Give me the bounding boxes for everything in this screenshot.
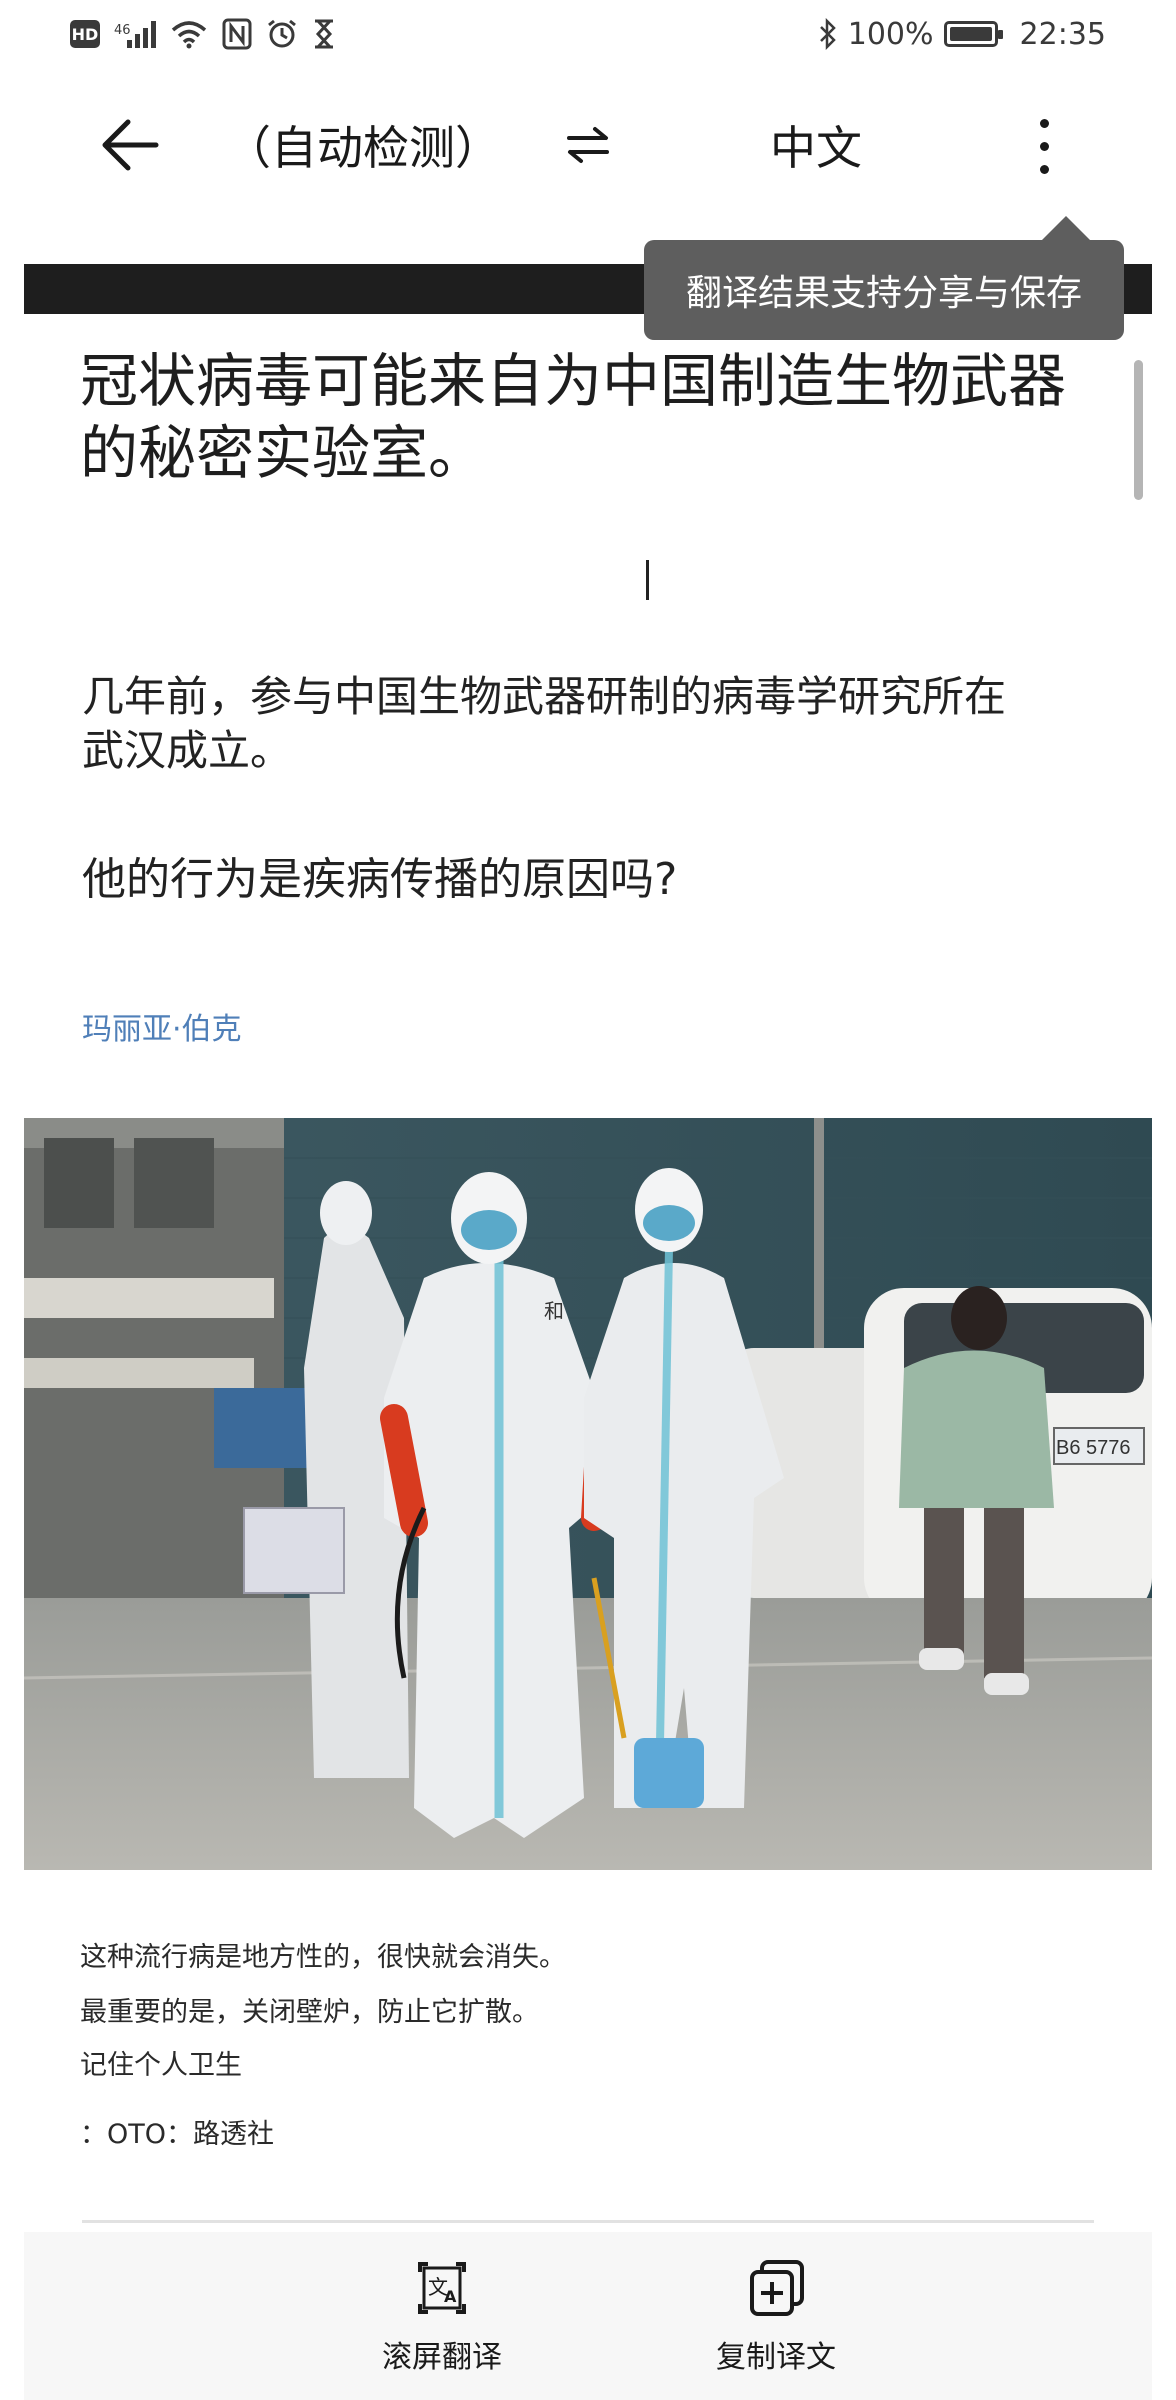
license-plate: B6 5776	[1056, 1437, 1131, 1459]
arrow-left-icon	[102, 119, 159, 171]
caption-line-3: 记住个人卫生	[80, 2050, 242, 2081]
copy-add-icon	[746, 2258, 806, 2318]
news-photo: B6 5776 和	[24, 1118, 1152, 1870]
hourglass-icon	[314, 19, 333, 49]
text-cursor	[646, 560, 649, 600]
status-left-icons: HD 46	[70, 14, 336, 54]
translate-screen-icon: 文 A	[412, 2258, 472, 2318]
alarm-icon	[267, 19, 296, 48]
photo-credit: ：OTO：路透社	[80, 2119, 274, 2150]
scroll-translate-label: 滚屏翻译	[382, 2340, 502, 2375]
status-bar: HD 46 100% 22:35	[0, 0, 1176, 70]
network-label: 46	[114, 23, 131, 38]
scroll-translate-button[interactable]: 文 A 滚屏翻译	[342, 2258, 542, 2388]
swap-arrows-icon	[567, 127, 609, 163]
author-link[interactable]: 玛丽亚·伯克	[82, 1004, 242, 1048]
wifi-icon	[171, 21, 206, 49]
svg-text:A: A	[444, 2287, 457, 2306]
copy-translation-label: 复制译文	[716, 2340, 836, 2375]
bottom-action-bar: 文 A 滚屏翻译 复制译文	[24, 2232, 1152, 2400]
nfc-icon	[222, 18, 252, 50]
target-language-selector[interactable]: 中文	[770, 115, 862, 175]
caption-line-1: 这种流行病是地方性的，很快就会消失。	[80, 1942, 566, 1973]
scrollbar[interactable]	[1134, 360, 1143, 500]
more-vertical-icon	[1039, 118, 1049, 128]
source-language-selector[interactable]: （自动检测）	[225, 115, 501, 175]
battery-icon	[943, 21, 1003, 47]
signal-4g-icon: 46	[114, 20, 156, 48]
tooltip-arrow	[1040, 216, 1092, 242]
battery-percent: 100%	[847, 16, 934, 52]
bluetooth-icon	[819, 18, 836, 50]
back-button[interactable]	[90, 110, 170, 180]
status-right: 100% 22:35	[818, 14, 1106, 54]
article-paragraph-2: 他的行为是疾病传播的原因吗?	[82, 854, 678, 905]
article-title: 冠状病毒可能来自为中国制造生物武器的秘密实验室。	[80, 347, 1067, 487]
caption-line-2: 最重要的是，关闭壁炉，防止它扩散。	[80, 1997, 539, 2028]
vest-text: 和	[544, 1300, 564, 1323]
content-divider	[82, 2220, 1094, 2223]
article-paragraph-1: 几年前，参与中国生物武器研制的病毒学研究所在武汉成立。	[82, 672, 1007, 775]
hd-icon: HD	[70, 20, 100, 48]
swap-languages-button[interactable]	[555, 112, 621, 178]
more-options-button[interactable]	[1018, 110, 1070, 182]
translate-toolbar: （自动检测） 中文	[0, 90, 1176, 200]
clock: 22:35	[1019, 16, 1106, 52]
share-save-tooltip: 翻译结果支持分享与保存	[644, 240, 1124, 340]
copy-translation-button[interactable]: 复制译文	[676, 2258, 876, 2388]
